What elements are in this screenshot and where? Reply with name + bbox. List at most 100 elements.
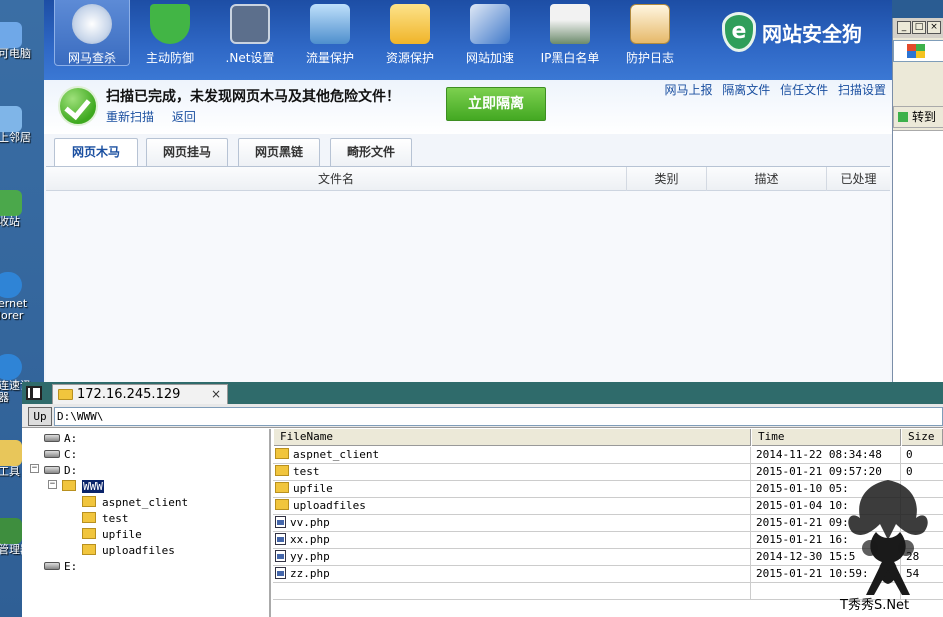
goto-button[interactable]: 转到 <box>893 106 943 128</box>
file-name-cell: vv.php <box>273 515 751 531</box>
desktop-icon-recycle-bin[interactable]: 收站 <box>0 190 44 228</box>
toolbar-resource-protection[interactable]: 资源保护 <box>372 0 448 66</box>
close-tab-icon[interactable]: × <box>211 385 221 404</box>
tree-folder-test[interactable]: test <box>82 511 129 527</box>
folder-icon <box>82 496 96 507</box>
file-name-cell: xx.php <box>273 532 751 548</box>
tree-drive-d[interactable]: D: <box>44 463 77 479</box>
close-button[interactable]: × <box>927 21 941 34</box>
tab-web-trojan[interactable]: 网页木马 <box>54 138 138 167</box>
file-size-cell: 0 <box>906 448 913 461</box>
folder-icon <box>275 482 289 493</box>
column-filename[interactable]: 文件名 <box>46 167 626 191</box>
tree-drive-c[interactable]: C: <box>44 447 77 463</box>
toolbar-net-settings[interactable]: .Net设置 <box>212 0 288 66</box>
computer-icon <box>0 22 22 48</box>
file-name-cell: aspnet_client <box>273 447 751 463</box>
desktop-icon-internet-explorer[interactable]: ernet lorer <box>0 272 44 322</box>
column-category[interactable]: 类别 <box>626 167 706 191</box>
internet-explorer-icon <box>0 272 22 298</box>
tree-folder-upfile[interactable]: upfile <box>82 527 142 543</box>
file-time-cell: 2014-11-22 08:34:48 <box>751 447 901 463</box>
folder-icon <box>82 528 96 539</box>
tab-malformed-files[interactable]: 畸形文件 <box>330 138 412 166</box>
file-name-cell: upfile <box>273 481 751 497</box>
folder-icon <box>82 544 96 555</box>
directory-tree: A: C: − D: − WWW aspnet_client test upfi… <box>22 429 271 617</box>
isolate-now-button[interactable]: 立即隔离 <box>446 87 546 121</box>
rescan-link[interactable]: 重新扫描 <box>106 110 154 124</box>
safedog-window: 网马查杀 主动防御 .Net设置 流量保护 资源保护 网站加速 IP黑白名单 防… <box>44 0 892 382</box>
folder-icon <box>275 465 289 476</box>
tools-folder-icon <box>0 440 22 466</box>
shield-icon <box>150 4 190 44</box>
scan-actions: 重新扫描 返回 <box>106 108 210 125</box>
scan-settings-link[interactable]: 扫描设置 <box>838 83 886 97</box>
report-trojan-link[interactable]: 网马上报 <box>664 83 712 97</box>
brand-name: 网站安全狗 <box>762 22 862 46</box>
collapse-icon[interactable]: − <box>48 480 57 489</box>
main-toolbar: 网马查杀 主动防御 .Net设置 流量保护 资源保护 网站加速 IP黑白名单 防… <box>44 0 892 80</box>
path-bar: Up D:\WWW\ <box>22 404 943 428</box>
toolbar-traffic-protection[interactable]: 流量保护 <box>292 0 368 66</box>
up-button[interactable]: Up <box>28 407 52 426</box>
toolbar-ip-list[interactable]: IP黑白名单 <box>532 0 608 66</box>
desktop-icon-computer[interactable]: 可电脑 <box>0 22 44 60</box>
php-file-icon <box>275 533 286 545</box>
file-row[interactable]: aspnet_client 2014-11-22 08:34:48 0 <box>273 447 943 464</box>
toolbar-active-defense[interactable]: 主动防御 <box>132 0 208 66</box>
host-tab[interactable]: 172.16.245.129 × <box>52 384 228 404</box>
scan-status-bar: 扫描已完成，未发现网页木马及其他危险文件！ 重新扫描 返回 立即隔离 网马上报 … <box>44 80 892 134</box>
result-table-header: 文件名 类别 描述 已处理 <box>46 166 890 191</box>
column-time[interactable]: Time <box>751 429 901 446</box>
file-name-cell: test <box>273 464 751 480</box>
trusted-files-link[interactable]: 信任文件 <box>780 83 828 97</box>
traffic-chart-icon <box>310 4 350 44</box>
drive-icon <box>44 450 60 458</box>
drive-icon <box>44 434 60 442</box>
folder-check-icon <box>390 4 430 44</box>
column-size[interactable]: Size <box>901 429 943 446</box>
file-name-cell: zz.php <box>273 566 751 582</box>
column-file-name[interactable]: FileName <box>273 429 751 446</box>
maximize-button[interactable]: □ <box>912 21 926 34</box>
folder-icon <box>275 499 289 510</box>
tree-folder-uploadfiles[interactable]: uploadfiles <box>82 543 175 559</box>
window-controls: _ □ × <box>893 18 943 38</box>
watermark-text: T秀秀S.Net <box>840 598 910 613</box>
tab-web-hijack[interactable]: 网页挂马 <box>146 138 228 166</box>
folder-icon <box>58 389 73 400</box>
router-icon <box>550 4 590 44</box>
empty-cell <box>273 583 751 599</box>
folder-icon <box>275 448 289 459</box>
tree-drive-a[interactable]: A: <box>44 431 77 447</box>
path-input[interactable]: D:\WWW\ <box>54 407 943 426</box>
toolbar-scan-trojan[interactable]: 网马查杀 <box>54 0 130 66</box>
manager-icon <box>0 518 22 544</box>
tree-folder-aspnet-client[interactable]: aspnet_client <box>82 495 188 511</box>
tree-drive-e[interactable]: E: <box>44 559 77 575</box>
rocket-icon <box>470 4 510 44</box>
file-name-cell: uploadfiles <box>273 498 751 514</box>
column-description[interactable]: 描述 <box>706 167 826 191</box>
scan-result-message: 扫描已完成，未发现网页木马及其他危险文件！ <box>106 89 400 105</box>
panel-toggle-icon[interactable] <box>26 386 42 400</box>
column-processed[interactable]: 已处理 <box>826 167 890 191</box>
file-manager: 172.16.245.129 × Up D:\WWW\ A: C: − D: −… <box>22 382 943 617</box>
collapse-icon[interactable]: − <box>30 464 39 473</box>
drive-icon <box>44 562 60 570</box>
tree-folder-www[interactable]: WWW <box>62 479 104 495</box>
back-link[interactable]: 返回 <box>172 110 196 124</box>
php-file-icon <box>275 550 286 562</box>
result-table-body <box>46 191 890 382</box>
tab-web-blacklink[interactable]: 网页黑链 <box>238 138 320 166</box>
file-manager-tabbar: 172.16.245.129 × <box>22 382 943 404</box>
isolated-files-link[interactable]: 隔离文件 <box>722 83 770 97</box>
php-file-icon <box>275 516 286 528</box>
toolbar-site-acceleration[interactable]: 网站加速 <box>452 0 528 66</box>
desktop-icon-network[interactable]: 上邻居 <box>0 106 44 144</box>
toolbar-protection-log[interactable]: 防护日志 <box>612 0 688 66</box>
net-settings-icon <box>230 4 270 44</box>
folder-icon <box>62 480 76 491</box>
minimize-button[interactable]: _ <box>897 21 911 34</box>
